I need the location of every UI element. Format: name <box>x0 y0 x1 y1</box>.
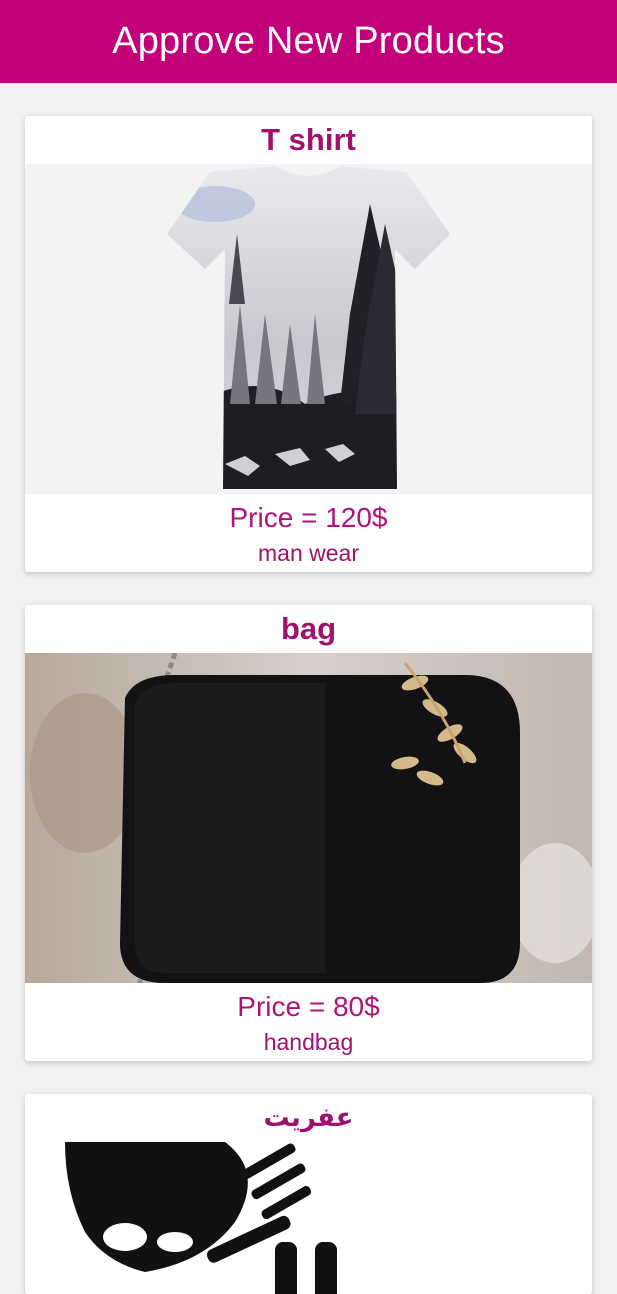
page-title: Approve New Products <box>112 20 505 62</box>
product-name: bag <box>280 611 337 646</box>
product-name: T shirt <box>261 122 356 157</box>
product-card[interactable]: bag Price = 80$ handbag <box>25 605 592 1061</box>
product-name: عفريت <box>263 1103 354 1133</box>
product-category: handbag <box>263 1029 354 1055</box>
product-card[interactable]: عفريت <box>25 1094 592 1294</box>
product-price: Price = 120$ <box>229 502 388 533</box>
black-handbag-image <box>25 653 592 983</box>
product-price: Price = 80$ <box>237 991 380 1022</box>
skeleton-hand-image <box>25 1142 592 1294</box>
app-bar: Approve New Products <box>0 0 617 83</box>
product-card[interactable]: T shirt Price = 120$ man wear <box>25 116 592 572</box>
product-category: man wear <box>258 540 359 566</box>
tshirt-forest-image <box>25 164 592 494</box>
